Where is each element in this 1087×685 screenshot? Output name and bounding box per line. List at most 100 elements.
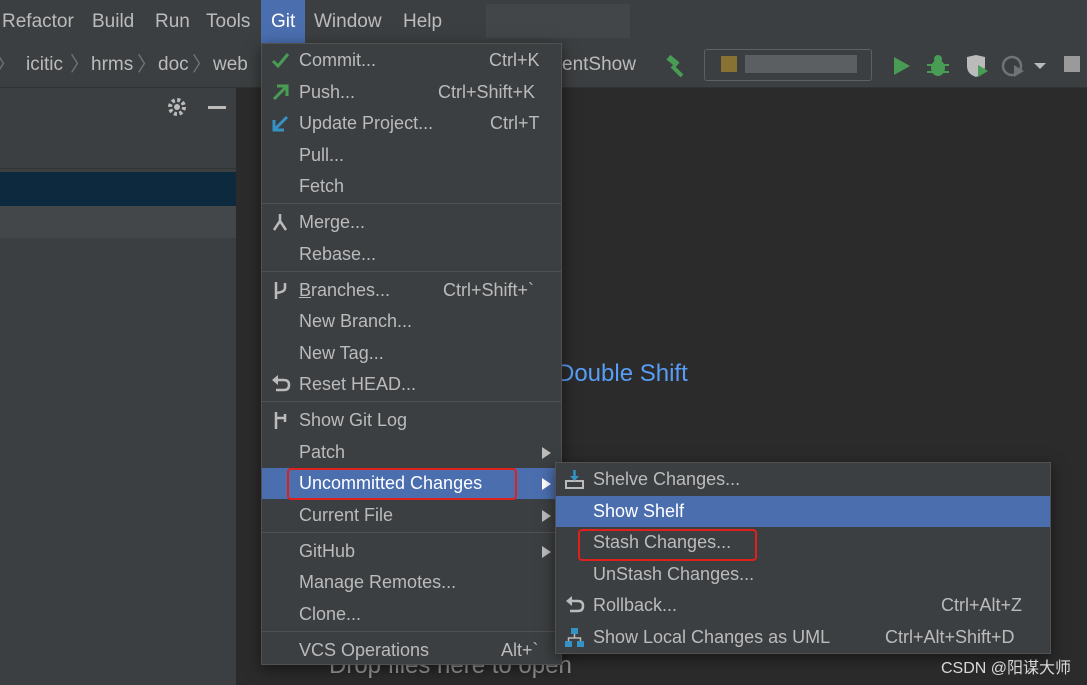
debug-bug-icon[interactable] bbox=[925, 53, 951, 79]
annotation-highlight-box bbox=[287, 468, 517, 500]
menu-item-update-project[interactable]: Update Project... Ctrl+T bbox=[262, 108, 561, 139]
menu-item-show-local-changes-uml[interactable]: Show Local Changes as UML Ctrl+Alt+Shift… bbox=[556, 622, 1050, 653]
menu-item-label: New Tag... bbox=[299, 343, 384, 363]
menu-item-shortcut: Ctrl+Shift+` bbox=[443, 280, 535, 300]
menu-item-shortcut: Ctrl+Alt+Shift+D bbox=[885, 627, 1015, 647]
shelve-icon bbox=[565, 470, 584, 489]
menu-item-shortcut: Ctrl+K bbox=[489, 50, 540, 70]
menu-item-commit[interactable]: Commit... Ctrl+K bbox=[262, 45, 561, 76]
git-dropdown-menu: Commit... Ctrl+K Push... Ctrl+Shift+K Up… bbox=[261, 43, 562, 665]
menu-divider bbox=[262, 401, 561, 402]
submenu-arrow-icon bbox=[542, 447, 551, 459]
menu-divider bbox=[262, 271, 561, 272]
submenu-arrow-icon bbox=[542, 546, 551, 558]
project-tool-window bbox=[0, 88, 237, 685]
menu-item-show-git-log[interactable]: Show Git Log bbox=[262, 405, 561, 436]
build-hammer-icon[interactable] bbox=[663, 53, 689, 79]
menu-item-reset-head[interactable]: Reset HEAD... bbox=[262, 369, 561, 400]
menu-item-rollback[interactable]: Rollback... Ctrl+Alt+Z bbox=[556, 590, 1050, 621]
branch-icon bbox=[274, 282, 287, 299]
menu-item-label: UnStash Changes... bbox=[593, 564, 755, 584]
main-menu-bar: Refactor Build Run Tools Git Window Help bbox=[0, 0, 1087, 43]
merge-icon bbox=[272, 214, 288, 231]
redacted-config-name bbox=[745, 55, 857, 73]
submenu-arrow-icon bbox=[542, 478, 551, 490]
menu-item-manage-remotes[interactable]: Manage Remotes... bbox=[262, 567, 561, 598]
minimize-icon[interactable] bbox=[208, 106, 226, 109]
search-everywhere-shortcut: Double Shift bbox=[557, 360, 688, 387]
profiler-icon[interactable] bbox=[1000, 53, 1026, 79]
menu-item-rebase[interactable]: Rebase... bbox=[262, 239, 561, 270]
coverage-shield-icon[interactable] bbox=[963, 53, 989, 79]
menu-item-branches[interactable]: Branches... Ctrl+Shift+` bbox=[262, 275, 561, 306]
menu-item-clone[interactable]: Clone... bbox=[262, 599, 561, 630]
annotation-highlight-box bbox=[578, 529, 757, 561]
uml-icon bbox=[565, 628, 584, 647]
undo-icon bbox=[272, 375, 291, 392]
config-icon bbox=[721, 56, 737, 72]
menu-item-vcs-operations[interactable]: VCS Operations Alt+` bbox=[262, 635, 561, 666]
breadcrumb-separator: 〉 bbox=[70, 54, 90, 76]
menu-item-push[interactable]: Push... Ctrl+Shift+K bbox=[262, 77, 561, 108]
menu-item-label: Commit... bbox=[299, 50, 377, 70]
watermark-text: CSDN @阳谋大师 bbox=[940, 660, 1071, 677]
breadcrumb-separator: 〉 bbox=[0, 43, 16, 87]
selected-tree-row[interactable] bbox=[0, 172, 236, 206]
menu-item-label: Show Git Log bbox=[299, 410, 408, 430]
stop-icon[interactable] bbox=[1064, 56, 1080, 72]
menu-item-new-tag[interactable]: New Tag... bbox=[262, 338, 561, 369]
menu-item-label: Current File bbox=[299, 505, 394, 525]
project-panel-header bbox=[0, 88, 236, 169]
menu-item-label: Rollback... bbox=[593, 595, 678, 615]
check-icon bbox=[271, 53, 290, 69]
menu-item-label: Rebase... bbox=[299, 244, 377, 264]
breadcrumb-item-hrms[interactable]: hrms bbox=[91, 43, 133, 87]
menu-item-unstash-changes[interactable]: UnStash Changes... bbox=[556, 559, 1050, 590]
menu-divider bbox=[262, 532, 561, 533]
menu-item-patch[interactable]: Patch bbox=[262, 437, 561, 468]
git-log-icon bbox=[274, 412, 287, 429]
undo-icon bbox=[566, 596, 585, 613]
push-arrow-icon bbox=[272, 84, 289, 101]
menu-item-label: Manage Remotes... bbox=[299, 572, 457, 592]
breadcrumb-separator: 〉 bbox=[137, 54, 157, 76]
run-configuration-selector[interactable] bbox=[704, 49, 872, 81]
menu-build[interactable]: Build bbox=[92, 0, 134, 43]
menu-item-label: VCS Operations bbox=[299, 640, 430, 660]
menu-window[interactable]: Window bbox=[314, 0, 382, 43]
menu-item-merge[interactable]: Merge... bbox=[262, 207, 561, 238]
gear-icon[interactable] bbox=[166, 96, 188, 118]
menu-item-fetch[interactable]: Fetch bbox=[262, 171, 561, 202]
menu-refactor[interactable]: Refactor bbox=[2, 0, 74, 43]
menu-git[interactable]: Git bbox=[261, 0, 306, 43]
menu-item-shelve-changes[interactable]: Shelve Changes... bbox=[556, 464, 1050, 495]
breadcrumb-item-doc[interactable]: doc bbox=[158, 43, 189, 87]
menu-item-shortcut: Ctrl+Shift+K bbox=[438, 82, 536, 102]
breadcrumb-file-fragment[interactable]: entShow bbox=[562, 43, 636, 87]
menu-tools[interactable]: Tools bbox=[206, 0, 250, 43]
menu-item-current-file[interactable]: Current File bbox=[262, 500, 561, 531]
menu-item-new-branch[interactable]: New Branch... bbox=[262, 306, 561, 337]
menu-run[interactable]: Run bbox=[155, 0, 190, 43]
menu-item-shortcut: Ctrl+Alt+Z bbox=[941, 595, 1023, 615]
menu-help[interactable]: Help bbox=[403, 0, 442, 43]
menu-item-label: Push... bbox=[299, 82, 356, 102]
menu-item-github[interactable]: GitHub bbox=[262, 536, 561, 567]
redacted-tree-row[interactable] bbox=[0, 206, 236, 238]
menu-item-pull[interactable]: Pull... bbox=[262, 140, 561, 171]
breadcrumb-item-web[interactable]: web bbox=[213, 43, 248, 87]
menu-item-label: Clone... bbox=[299, 604, 362, 624]
menu-divider bbox=[262, 631, 561, 632]
menu-item-label: GitHub bbox=[299, 541, 356, 561]
menu-item-label: Update Project... bbox=[299, 113, 434, 133]
menu-item-label: Merge... bbox=[299, 212, 366, 232]
menu-item-label: Shelve Changes... bbox=[593, 469, 741, 489]
menu-item-label: Branches... bbox=[299, 280, 391, 300]
menu-item-label: Pull... bbox=[299, 145, 345, 165]
menu-item-show-shelf[interactable]: Show Shelf bbox=[556, 496, 1050, 527]
menu-item-shortcut: Alt+` bbox=[501, 640, 539, 660]
breadcrumb-item-icitic[interactable]: icitic bbox=[26, 43, 63, 87]
run-icon[interactable] bbox=[888, 53, 914, 79]
more-options-chevron-down-icon[interactable] bbox=[1031, 53, 1049, 79]
menu-item-label: Show Local Changes as UML bbox=[593, 627, 831, 647]
